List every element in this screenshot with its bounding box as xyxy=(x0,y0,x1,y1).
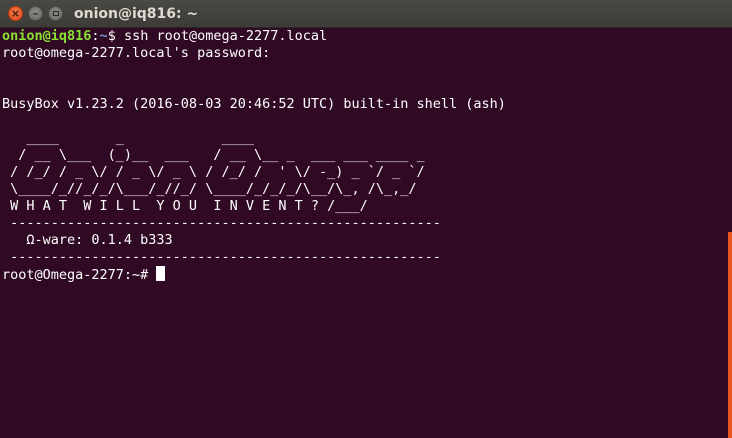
title-bar: × – onion@iq816: ~ xyxy=(0,0,732,28)
close-icon: × xyxy=(10,7,21,20)
terminal-window: × – onion@iq816: ~ onion@iq816:~$ ssh ro… xyxy=(0,0,732,438)
separator-line: ----------------------------------------… xyxy=(2,215,441,231)
shell-prompt: root@Omega-2277:~# xyxy=(2,267,157,283)
command-line: onion@iq816:~$ ssh root@omega-2277.local xyxy=(2,28,722,45)
ascii-banner-line: W H A T W I L L Y O U I N V E N T ? /___… xyxy=(2,198,368,214)
maximize-icon xyxy=(52,11,59,16)
output-line: root@omega-2277.local's password: xyxy=(2,45,279,61)
maximize-button[interactable] xyxy=(48,6,63,21)
firmware-version-line: Ω-ware: 0.1.4 b333 xyxy=(2,232,173,248)
minimize-button[interactable]: – xyxy=(28,6,43,21)
window-title: onion@iq816: ~ xyxy=(74,6,199,22)
prompt-separator: : xyxy=(91,28,100,44)
minimize-icon: – xyxy=(32,7,39,20)
ascii-banner-line: \____/_//_/_/\___/_//_/ \____/_/_/_/\__/… xyxy=(2,181,417,197)
terminal-output[interactable]: onion@iq816:~$ ssh root@omega-2277.local… xyxy=(2,28,722,438)
shell-prompt-line: root@Omega-2277:~# xyxy=(2,266,722,283)
prompt-user: onion@iq816 xyxy=(2,28,92,44)
close-button[interactable]: × xyxy=(8,6,23,21)
ascii-banner-line: / __ \___ (_)__ ___ / __ \__ _ ___ ___ _… xyxy=(2,147,425,163)
scrollbar[interactable] xyxy=(728,232,732,438)
prompt-symbol: $ xyxy=(107,28,124,44)
ascii-banner-line: ____ _ ____ xyxy=(2,130,254,146)
prompt-path: ~ xyxy=(99,28,108,44)
ascii-banner-line: / /_/ / _ \/ / _ \/ _ \ / /_/ / ' \/ -_)… xyxy=(2,164,425,180)
command-text: ssh root@omega-2277.local xyxy=(123,28,328,44)
text-cursor xyxy=(156,266,166,281)
output-line: BusyBox v1.23.2 (2016-08-03 20:46:52 UTC… xyxy=(2,96,506,112)
separator-line: ----------------------------------------… xyxy=(2,249,441,265)
